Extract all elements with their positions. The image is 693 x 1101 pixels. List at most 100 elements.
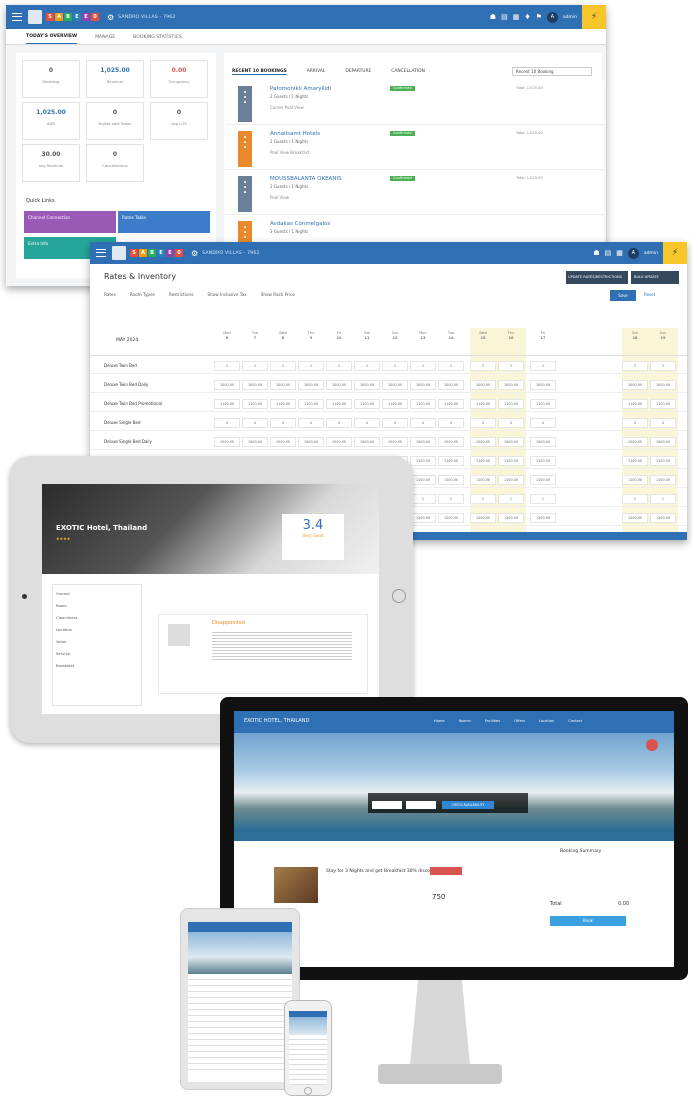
rate-cell[interactable]: 1200.00 (438, 513, 464, 523)
notifications-button[interactable]: ⚡ (582, 5, 606, 29)
rate-cell[interactable]: 1100.00 (498, 475, 524, 485)
rack-price-checkbox[interactable]: Show Rack Price (261, 292, 295, 297)
rate-cell[interactable]: 4 (298, 418, 324, 428)
menu-icon[interactable] (12, 13, 22, 21)
rate-cell[interactable]: 1100.00 (498, 456, 524, 466)
rate-cell[interactable]: 1100.00 (650, 456, 676, 466)
rate-cell[interactable]: 1 (650, 494, 676, 504)
hotel-selector[interactable]: SANDRO VILLAS - 7962 (202, 251, 259, 256)
sort-select[interactable]: Recent 10 Booking (512, 67, 592, 76)
rate-cell[interactable]: 1 (622, 494, 648, 504)
bulk-update-button[interactable]: BULK UPDATE (631, 271, 679, 284)
rate-cell[interactable]: 2 (242, 361, 268, 371)
rate-cell[interactable]: 1000.00 (622, 380, 648, 390)
kpi-card[interactable]: 1,025.00 Revenue (86, 60, 144, 98)
rate-cell[interactable]: 2 (354, 361, 380, 371)
kpi-card[interactable]: 0.00 Occupancy (150, 60, 208, 98)
rate-cell[interactable]: 1 (498, 494, 524, 504)
rate-cell[interactable]: 4 (410, 418, 436, 428)
rate-cell[interactable]: 1100.00 (498, 399, 524, 409)
restrictions-filter[interactable]: Restrictions (169, 292, 194, 297)
tab-recent[interactable]: RECENT 10 BOOKINGS (232, 69, 287, 75)
tab-departure[interactable]: DEPARTURE (345, 69, 371, 75)
tab-arrival[interactable]: ARRIVAL (307, 69, 326, 75)
nav-item[interactable]: Offers (514, 719, 525, 723)
tab-cancellation[interactable]: CANCELLATION (391, 69, 425, 75)
kpi-card[interactable]: 0 Nights sold Today (86, 102, 144, 140)
rate-cell[interactable]: 1000.00 (650, 380, 676, 390)
rate-cell[interactable]: 4 (242, 418, 268, 428)
calendar-icon[interactable]: ▦ (513, 13, 520, 21)
booking-row[interactable]: ▪ ▪ ▪ MOUSSBALANTA OKEANIS 2 Guests / 1 Ni… (226, 171, 604, 215)
inclusive-tax-checkbox[interactable]: Show Inclusive Tax (207, 292, 246, 297)
rate-cell[interactable]: 1100.00 (410, 456, 436, 466)
tab-overview[interactable]: TODAY'S OVERVIEW (26, 34, 78, 44)
rate-cell[interactable]: 1000.00 (382, 380, 408, 390)
booking-row[interactable]: ▪ ▪ ▪ Pafomonikli Amaryllidi 2 Guests / 1 … (226, 81, 604, 125)
rate-cell[interactable]: 1000.00 (530, 437, 556, 447)
filter-item[interactable]: Overall (56, 588, 78, 600)
home-button[interactable] (304, 1087, 312, 1095)
checkout-input[interactable] (406, 801, 436, 809)
nav-item[interactable]: Facilities (485, 719, 500, 723)
rate-cell[interactable]: 1200.00 (498, 513, 524, 523)
rate-cell[interactable]: 1100.00 (438, 399, 464, 409)
rate-cell[interactable]: 1100.00 (410, 399, 436, 409)
rate-cell[interactable]: 1000.00 (242, 380, 268, 390)
filter-item[interactable]: Breakfast (56, 660, 78, 672)
rate-cell[interactable]: 2 (326, 361, 352, 371)
rate-cell[interactable]: 4 (438, 418, 464, 428)
avatar[interactable]: A (546, 11, 558, 23)
rate-cell[interactable]: 1 (410, 494, 436, 504)
rate-cell[interactable]: 1000.00 (326, 380, 352, 390)
rate-cell[interactable]: 1100.00 (438, 475, 464, 485)
room-types-filter[interactable]: Room Types (130, 292, 155, 297)
nav-item[interactable]: Contact (568, 719, 582, 723)
rate-cell[interactable]: 1000.00 (530, 380, 556, 390)
rate-cell[interactable]: 1000.00 (438, 380, 464, 390)
tab-manage[interactable]: MANAGE (95, 35, 115, 44)
kpi-card[interactable]: 1,025.00 ADR (22, 102, 80, 140)
rate-cell[interactable]: 1100.00 (650, 475, 676, 485)
users-icon[interactable]: ☗ (593, 249, 599, 257)
rate-cell[interactable]: 1000.00 (298, 437, 324, 447)
quick-link-button[interactable]: Rates Table (118, 211, 210, 233)
rate-cell[interactable]: 1100.00 (470, 456, 496, 466)
rate-cell[interactable]: 1000.00 (438, 437, 464, 447)
filter-item[interactable]: Value (56, 636, 78, 648)
tab-statistics[interactable]: BOOKING STATISTICS (133, 35, 182, 44)
user-name[interactable]: admin (644, 251, 658, 256)
rate-cell[interactable]: 2 (498, 361, 524, 371)
rate-cell[interactable]: 1000.00 (622, 437, 648, 447)
rate-cell[interactable]: 1 (530, 494, 556, 504)
rate-cell[interactable]: 1000.00 (326, 437, 352, 447)
filter-item[interactable]: Room (56, 600, 78, 612)
rate-cell[interactable]: 4 (326, 418, 352, 428)
rate-cell[interactable]: 1100.00 (438, 456, 464, 466)
rate-cell[interactable]: 2 (298, 361, 324, 371)
notifications-button[interactable]: ⚡ (663, 242, 687, 264)
rate-cell[interactable]: 4 (470, 418, 496, 428)
check-availability-button[interactable]: CHECK AVAILABILITY (442, 801, 494, 809)
hotel-selector[interactable]: SANDRO VILLAS - 7962 (118, 15, 175, 20)
rate-cell[interactable]: 1000.00 (410, 380, 436, 390)
rate-cell[interactable]: 4 (622, 418, 648, 428)
rate-cell[interactable]: 1100.00 (298, 399, 324, 409)
rate-cell[interactable]: 2 (214, 361, 240, 371)
rate-cell[interactable]: 1100.00 (214, 399, 240, 409)
rate-cell[interactable]: 1100.00 (530, 456, 556, 466)
rate-cell[interactable]: 1200.00 (530, 513, 556, 523)
rate-cell[interactable]: 1000.00 (270, 380, 296, 390)
reset-button[interactable]: Reset (644, 292, 655, 297)
gear-icon[interactable]: ⚙ (191, 249, 198, 258)
rate-cell[interactable]: 1000.00 (298, 380, 324, 390)
rate-cell[interactable]: 2 (622, 361, 648, 371)
menu-icon[interactable] (96, 249, 106, 257)
rate-cell[interactable]: 1200.00 (470, 513, 496, 523)
quick-link-button[interactable]: Channel Connection (24, 211, 116, 233)
book-button[interactable]: Book (550, 916, 626, 926)
kpi-card[interactable]: 0 Avg LOS (150, 102, 208, 140)
rate-cell[interactable]: 1000.00 (270, 437, 296, 447)
users-icon[interactable]: ☗ (490, 13, 496, 21)
booking-row[interactable]: ▪ ▪ ▪ Annalisamt Hotels 2 Guests / 1 Night… (226, 126, 604, 170)
